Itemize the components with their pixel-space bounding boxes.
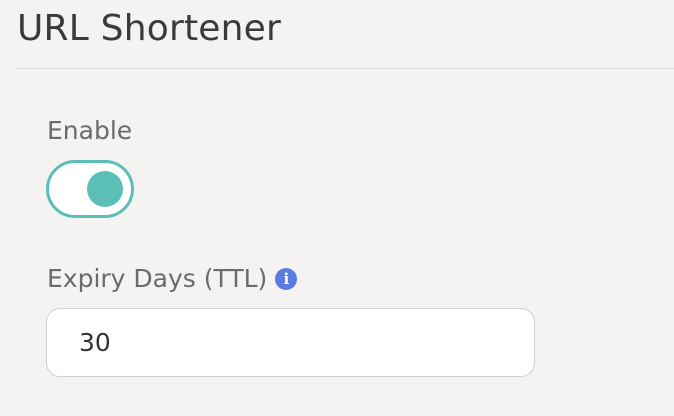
expiry-days-label: Expiry Days (TTL)	[47, 264, 268, 293]
toggle-knob	[87, 171, 123, 207]
expiry-days-input[interactable]	[46, 308, 535, 377]
expiry-label-row: Expiry Days (TTL) i	[47, 263, 298, 295]
enable-toggle[interactable]	[46, 160, 134, 218]
info-icon[interactable]: i	[275, 268, 298, 290]
title-divider	[16, 68, 674, 69]
page-title: URL Shortener	[17, 8, 281, 49]
enable-label: Enable	[47, 116, 133, 145]
